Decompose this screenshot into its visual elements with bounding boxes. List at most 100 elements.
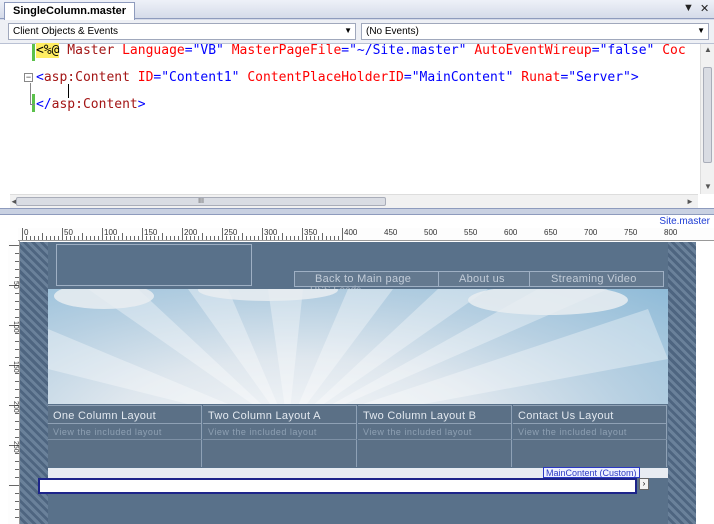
ruler-tick — [15, 509, 19, 510]
ruler-tick — [82, 233, 83, 240]
vertical-scrollbar[interactable]: ▲ ▼ — [700, 44, 714, 194]
ruler-tick — [62, 228, 63, 240]
horizontal-scrollbar[interactable]: ◄ III ► — [10, 194, 698, 208]
ruler-tick — [15, 469, 19, 470]
ruler-label: 500 — [424, 228, 438, 237]
chevron-down-icon: ▼ — [697, 26, 705, 35]
ruler-tick — [290, 236, 291, 240]
smart-tag-arrow-icon[interactable]: › — [639, 478, 649, 490]
scroll-right-icon[interactable]: ► — [686, 197, 694, 206]
layout-card-contact-us[interactable]: Contact Us Layout View the included layo… — [513, 405, 667, 467]
ruler-tick — [218, 236, 219, 240]
document-tab[interactable]: SingleColumn.master — [4, 2, 136, 20]
attribute-name: MasterPageFile — [223, 43, 342, 58]
layout-card-link[interactable]: View the included layout — [363, 427, 472, 437]
ruler-tick — [15, 309, 19, 310]
layout-card-one-column[interactable]: One Column Layout View the included layo… — [48, 405, 202, 467]
scroll-up-icon[interactable]: ▲ — [704, 45, 712, 54]
navigation-bar: Client Objects & Events ▼ (No Events) ▼ — [0, 20, 714, 44]
ruler-tick — [30, 236, 31, 240]
attribute-name: Runat — [513, 70, 561, 85]
ruler-label: 800 — [664, 228, 678, 237]
attribute-name: ContentPlaceHolderID — [239, 70, 404, 85]
ruler-label: 700 — [584, 228, 598, 237]
ruler-tick — [174, 236, 175, 240]
layout-card-title[interactable]: Two Column Layout B — [363, 410, 476, 422]
ruler-tick — [330, 236, 331, 240]
ruler-label: 50 — [64, 228, 73, 237]
ruler-label: 400 — [344, 228, 358, 237]
layout-card-two-column-a[interactable]: Two Column Layout A View the included la… — [203, 405, 357, 467]
ruler-tick — [118, 236, 119, 240]
ruler-tick — [198, 236, 199, 240]
nav-link-main-page[interactable]: Back to Main page — [315, 273, 411, 285]
layout-card-title[interactable]: Two Column Layout A — [208, 410, 321, 422]
scroll-thumb[interactable] — [703, 67, 712, 163]
scroll-thumb[interactable]: III — [16, 197, 386, 206]
divider — [203, 423, 357, 424]
ruler-tick — [86, 236, 87, 240]
ruler-tick — [15, 341, 19, 342]
logo-placeholder[interactable] — [56, 244, 252, 286]
ruler-tick — [102, 228, 103, 240]
master-page-label[interactable]: Site.master — [659, 216, 710, 227]
source-code-editor[interactable]: − <%@ Master Language="VB" MasterPageFil… — [0, 43, 714, 208]
tag-name: asp:Content — [43, 70, 130, 85]
ruler-tick — [298, 236, 299, 240]
ruler-tick — [15, 301, 19, 302]
layout-card-title[interactable]: Contact Us Layout — [518, 410, 614, 422]
divider — [358, 439, 512, 440]
ruler-tick — [15, 397, 19, 398]
nav-divider — [438, 272, 439, 286]
directive-open: <%@ — [36, 43, 60, 58]
dropdown-value: Client Objects & Events — [13, 26, 119, 37]
ruler-tick — [262, 228, 263, 240]
layout-card-link[interactable]: View the included layout — [208, 427, 317, 437]
ruler-tick — [182, 228, 183, 240]
tab-dropdown-icon[interactable]: ▼ — [683, 2, 694, 14]
attribute-name: Language — [114, 43, 185, 58]
ruler-tick — [134, 236, 135, 240]
ruler-tick — [130, 236, 131, 240]
horizontal-ruler: 0 50 100 150 200 250 300 350 400 450 500 550 600 650 7… — [18, 228, 714, 241]
code-line-2: <asp:Content ID = "Content1" ContentPlaceH… — [36, 70, 639, 85]
design-view[interactable]: Site.master 0 50 100 150 200 250 300 350 400 450 5… — [0, 215, 714, 524]
ruler-label: 150 — [144, 228, 158, 237]
ruler-tick — [54, 236, 55, 240]
content-placeholder-region[interactable] — [38, 478, 637, 494]
ruler-tick — [58, 236, 59, 240]
view-splitter[interactable] — [0, 208, 714, 215]
ruler-tick — [15, 429, 19, 430]
layout-card-title[interactable]: One Column Layout — [53, 410, 156, 422]
nav-divider — [529, 272, 530, 286]
close-icon[interactable]: ✕ — [700, 2, 709, 15]
layout-card-two-column-b[interactable]: Two Column Layout B View the included la… — [358, 405, 512, 467]
ruler-label: 650 — [544, 228, 558, 237]
text-cursor — [68, 84, 69, 98]
ruler-tick — [162, 233, 163, 240]
ruler-tick — [38, 236, 39, 240]
ruler-label: 0 — [24, 228, 29, 237]
nav-link-about-us[interactable]: About us — [459, 273, 505, 285]
ruler-tick — [15, 453, 19, 454]
ruler-tick — [338, 236, 339, 240]
code-line-3: </asp:Content> — [36, 97, 146, 112]
attribute-value: "Content1" — [161, 70, 240, 85]
scroll-down-icon[interactable]: ▼ — [704, 182, 712, 191]
collapse-icon[interactable]: − — [24, 73, 33, 82]
outline-line — [30, 83, 31, 105]
ruler-label: 150 — [12, 361, 19, 373]
layout-card-link[interactable]: View the included layout — [518, 427, 627, 437]
ruler-tick — [15, 461, 19, 462]
chevron-down-icon: ▼ — [344, 26, 352, 35]
client-objects-dropdown[interactable]: Client Objects & Events ▼ — [8, 23, 356, 40]
ruler-tick — [250, 236, 251, 240]
events-dropdown[interactable]: (No Events) ▼ — [361, 23, 709, 40]
ruler-tick — [15, 413, 19, 414]
ruler-tick — [9, 485, 19, 486]
layout-card-link[interactable]: View the included layout — [53, 427, 162, 437]
content-placeholder-tag[interactable]: MainContent (Custom) — [543, 467, 640, 478]
ruler-tick — [50, 236, 51, 240]
nav-link-streaming-video[interactable]: Streaming Video — [551, 273, 637, 285]
ruler-tick — [15, 317, 19, 318]
